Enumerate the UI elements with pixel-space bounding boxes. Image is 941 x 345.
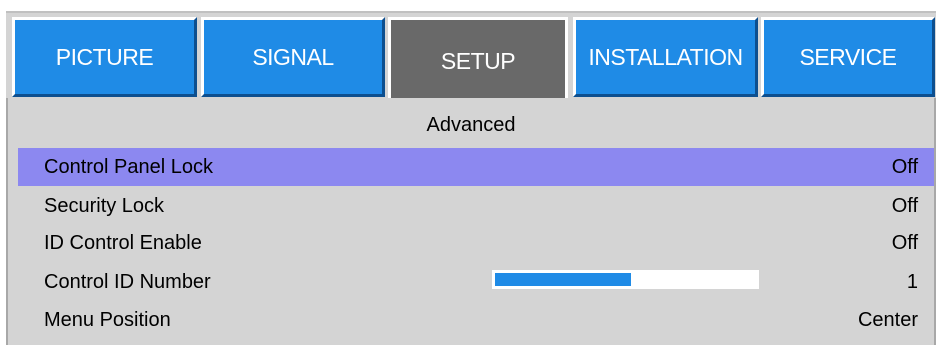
tab-installation[interactable]: INSTALLATION: [573, 17, 758, 97]
row-value: Center: [857, 309, 918, 331]
row-label: Control Panel Lock: [44, 156, 213, 178]
menu-row-id-control-enable[interactable]: ID Control Enable Off: [18, 224, 934, 262]
tab-picture[interactable]: PICTURE: [12, 17, 197, 97]
row-label: Menu Position: [44, 309, 171, 331]
row-label: ID Control Enable: [44, 232, 202, 254]
tab-signal[interactable]: SIGNAL: [201, 17, 385, 97]
row-value: Off: [891, 195, 918, 217]
tab-setup[interactable]: SETUP: [388, 17, 568, 103]
panel-title: Advanced: [426, 114, 516, 136]
osd-menu: PICTURE SIGNAL SETUP INSTALLATION SERVIC…: [0, 0, 941, 345]
menu-row-menu-position[interactable]: Menu Position Center: [18, 301, 934, 339]
menu-row-control-id-number[interactable]: Control ID Number 1: [18, 263, 934, 301]
menu-row-control-panel-lock[interactable]: Control Panel Lock Off: [18, 148, 934, 186]
row-value: Off: [891, 232, 918, 254]
slider-fill: [495, 273, 631, 286]
row-value: 1: [906, 271, 918, 293]
menu-row-security-lock[interactable]: Security Lock Off: [18, 187, 934, 225]
control-id-slider[interactable]: [492, 270, 759, 289]
settings-panel: Advanced Control Panel Lock Off Security…: [6, 98, 936, 345]
tab-service[interactable]: SERVICE: [761, 17, 935, 97]
row-value: Off: [891, 156, 918, 178]
tab-bar: PICTURE SIGNAL SETUP INSTALLATION SERVIC…: [6, 11, 936, 103]
row-label: Control ID Number: [44, 271, 211, 293]
row-label: Security Lock: [44, 195, 165, 217]
